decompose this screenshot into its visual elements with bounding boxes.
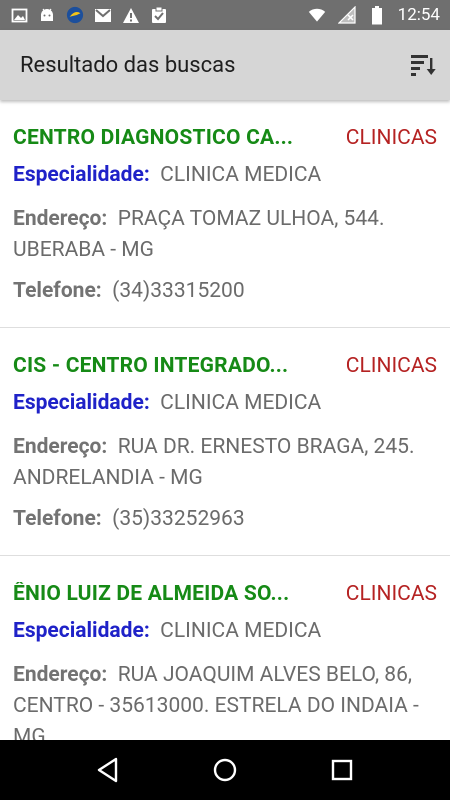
back-icon xyxy=(98,757,118,783)
clipboard-check-icon xyxy=(150,6,168,24)
clinic-category: CLINICAS xyxy=(345,126,437,150)
clinic-category: CLINICAS xyxy=(345,354,437,378)
specialty-value: CLINICA MEDICA xyxy=(160,391,322,415)
result-card[interactable]: CIS - CENTRO INTEGRADO... CLINICAS Espec… xyxy=(0,328,450,556)
home-button[interactable] xyxy=(210,755,240,785)
address-label: Endereço: xyxy=(13,663,108,687)
notification-icons xyxy=(10,6,168,24)
address-label: Endereço: xyxy=(13,435,108,459)
address-row: Endereço: PRAÇA TOMAZ ULHOA, 544. UBERAB… xyxy=(13,204,437,266)
system-icons: 12:54 xyxy=(308,5,440,25)
phone-row: Telefone: (35)33252963 xyxy=(13,504,437,535)
page-title: Resultado das buscas xyxy=(20,52,236,78)
results-list: CENTRO DIAGNOSTICO CA... CLINICAS Especi… xyxy=(0,100,450,740)
app-bar: Resultado das buscas xyxy=(0,30,450,100)
home-icon xyxy=(213,758,237,782)
image-icon xyxy=(10,6,28,24)
clock: 12:54 xyxy=(397,5,440,25)
warning-icon xyxy=(122,6,140,24)
card-header: CIS - CENTRO INTEGRADO... CLINICAS xyxy=(13,353,437,379)
specialty-row: Especialidade: CLINICA MEDICA xyxy=(13,616,437,647)
address-label: Endereço: xyxy=(13,207,108,231)
clinic-name: ÊNIO LUIZ DE ALMEIDA SO... xyxy=(13,582,290,606)
status-bar: 12:54 xyxy=(0,0,450,30)
battery-icon xyxy=(368,5,386,24)
card-header: ÊNIO LUIZ DE ALMEIDA SO... CLINICAS xyxy=(13,581,437,607)
specialty-label: Especialidade: xyxy=(13,391,150,415)
result-card[interactable]: ÊNIO LUIZ DE ALMEIDA SO... CLINICAS Espe… xyxy=(0,556,450,740)
address-row: Endereço: RUA DR. ERNESTO BRAGA, 245. AN… xyxy=(13,432,437,494)
specialty-value: CLINICA MEDICA xyxy=(160,163,322,187)
signal-icon xyxy=(337,6,356,24)
specialty-row: Especialidade: CLINICA MEDICA xyxy=(13,160,437,191)
card-header: CENTRO DIAGNOSTICO CA... CLINICAS xyxy=(13,125,437,151)
wifi-icon xyxy=(308,6,326,24)
clinic-name: CIS - CENTRO INTEGRADO... xyxy=(13,354,289,378)
android-icon xyxy=(38,6,56,24)
clinic-category: CLINICAS xyxy=(345,582,437,606)
app-badge-icon xyxy=(66,6,84,24)
phone-label: Telefone: xyxy=(13,507,102,531)
specialty-label: Especialidade: xyxy=(13,163,150,187)
specialty-label: Especialidade: xyxy=(13,619,150,643)
phone-value: (35)33252963 xyxy=(112,507,245,531)
sort-icon xyxy=(411,55,436,76)
clinic-name: CENTRO DIAGNOSTICO CA... xyxy=(13,126,294,150)
recents-icon xyxy=(331,759,352,781)
phone-value: (34)33315200 xyxy=(112,279,245,303)
navigation-bar xyxy=(0,740,450,800)
specialty-row: Especialidade: CLINICA MEDICA xyxy=(13,388,437,419)
gmail-icon xyxy=(94,6,112,24)
phone-row: Telefone: (34)33315200 xyxy=(13,276,437,307)
specialty-value: CLINICA MEDICA xyxy=(160,619,322,643)
back-button[interactable] xyxy=(93,755,123,785)
address-row: Endereço: RUA JOAQUIM ALVES BELO, 86, CE… xyxy=(13,660,437,740)
phone-label: Telefone: xyxy=(13,279,102,303)
recents-button[interactable] xyxy=(327,755,357,785)
sort-button[interactable] xyxy=(410,52,436,78)
result-card[interactable]: CENTRO DIAGNOSTICO CA... CLINICAS Especi… xyxy=(0,100,450,328)
